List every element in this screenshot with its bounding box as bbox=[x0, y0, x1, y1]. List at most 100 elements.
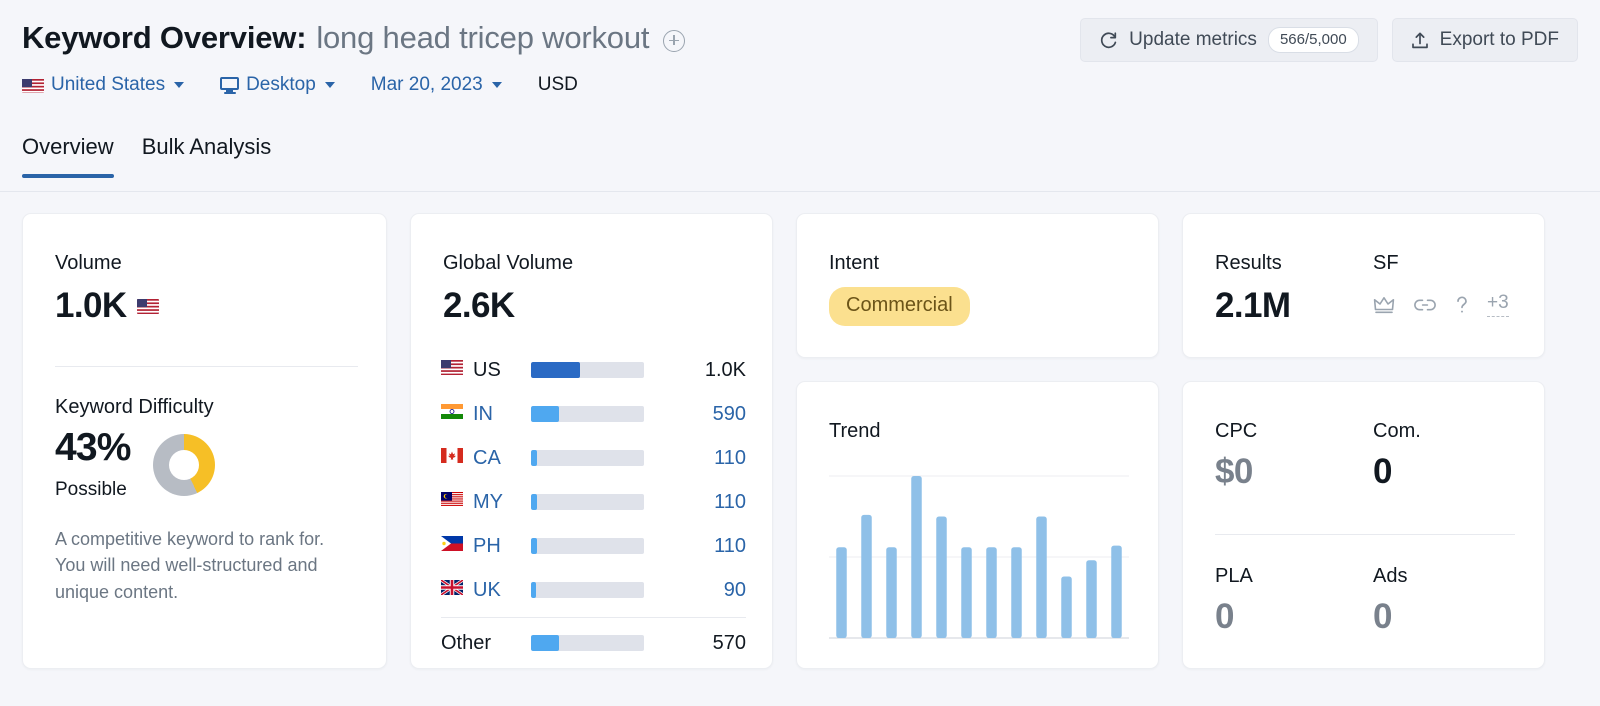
global-volume-list: US1.0K IN 590 CA 110 MY 110 PH 110 UK 90 Other 570 bbox=[441, 348, 746, 665]
intent-badge[interactable]: Commercial bbox=[829, 287, 970, 326]
global-volume-country-code[interactable]: UK bbox=[473, 579, 531, 602]
global-volume-value: 2.6K bbox=[443, 286, 515, 326]
global-volume-row[interactable]: IN 590 bbox=[441, 392, 746, 436]
keyword-difficulty-row: 43% Possible bbox=[55, 428, 215, 501]
global-volume-bar-track bbox=[531, 494, 644, 510]
sf-more-button[interactable]: +3 bbox=[1487, 292, 1509, 317]
keyword-overview-page: Keyword Overview: long head tricep worko… bbox=[0, 0, 1600, 706]
global-volume-bar-fill bbox=[531, 406, 559, 422]
flag-uk-icon bbox=[441, 580, 467, 600]
global-volume-value-cell[interactable]: 110 bbox=[644, 535, 746, 558]
volume-label: Volume bbox=[55, 252, 122, 275]
trend-card: Trend bbox=[796, 381, 1159, 669]
chevron-down-icon bbox=[325, 82, 335, 88]
global-volume-bar-track bbox=[531, 635, 644, 651]
global-volume-other-row: Other 570 bbox=[441, 621, 746, 665]
tab-overview[interactable]: Overview bbox=[22, 134, 114, 178]
keyword-difficulty-status: Possible bbox=[55, 479, 131, 501]
chart-bar[interactable] bbox=[936, 517, 947, 639]
results-value: 2.1M bbox=[1215, 286, 1290, 326]
global-volume-other-label: Other bbox=[441, 632, 531, 655]
global-volume-value-cell[interactable]: 90 bbox=[644, 579, 746, 602]
keyword-difficulty-label: Keyword Difficulty bbox=[55, 396, 214, 419]
date-selector[interactable]: Mar 20, 2023 bbox=[371, 74, 502, 96]
update-metrics-label: Update metrics bbox=[1129, 29, 1257, 51]
intent-card: Intent Commercial bbox=[796, 213, 1159, 358]
page-title: Keyword Overview: long head tricep worko… bbox=[22, 20, 685, 56]
tab-divider bbox=[0, 191, 1600, 192]
crown-icon[interactable] bbox=[1373, 295, 1395, 315]
global-volume-other-value: 570 bbox=[644, 632, 746, 655]
monitor-icon bbox=[220, 77, 239, 94]
trend-label: Trend bbox=[829, 420, 881, 443]
chart-bar[interactable] bbox=[886, 547, 897, 638]
global-volume-divider bbox=[441, 617, 746, 618]
global-volume-bar-fill bbox=[531, 450, 537, 466]
chart-bar[interactable] bbox=[1086, 560, 1097, 638]
tab-bulk-analysis[interactable]: Bulk Analysis bbox=[142, 134, 272, 178]
date-label: Mar 20, 2023 bbox=[371, 74, 483, 96]
global-volume-bar-fill bbox=[531, 635, 559, 651]
cpc-value: $0 bbox=[1215, 452, 1253, 492]
pla-label: PLA bbox=[1215, 565, 1253, 588]
trend-chart bbox=[829, 462, 1129, 644]
export-pdf-label: Export to PDF bbox=[1440, 29, 1559, 51]
currency-text: USD bbox=[538, 74, 578, 96]
global-volume-country-code[interactable]: PH bbox=[473, 535, 531, 558]
global-volume-row[interactable]: CA 110 bbox=[441, 436, 746, 480]
page-header: Keyword Overview: long head tricep worko… bbox=[0, 0, 1600, 122]
chevron-down-icon bbox=[174, 82, 184, 88]
page-title-keyword: long head tricep workout bbox=[316, 20, 649, 56]
pla-value: 0 bbox=[1215, 597, 1234, 637]
flag-us-icon bbox=[441, 360, 467, 380]
volume-divider bbox=[55, 366, 358, 367]
global-volume-value-cell[interactable]: 110 bbox=[644, 447, 746, 470]
global-volume-bar-fill bbox=[531, 538, 537, 554]
global-volume-value-cell[interactable]: 110 bbox=[644, 491, 746, 514]
cpc-divider bbox=[1215, 534, 1515, 535]
ads-value: 0 bbox=[1373, 597, 1392, 637]
global-volume-row[interactable]: UK 90 bbox=[441, 568, 746, 612]
link-icon[interactable] bbox=[1413, 296, 1437, 314]
chart-bar[interactable] bbox=[861, 515, 872, 638]
upload-icon bbox=[1411, 31, 1429, 50]
keyword-difficulty-description: A competitive keyword to rank for. You w… bbox=[55, 526, 355, 605]
global-volume-bar-track bbox=[531, 538, 644, 554]
filter-bar: United States Desktop Mar 20, 2023 USD bbox=[22, 74, 578, 96]
page-title-prefix: Keyword Overview: bbox=[22, 20, 306, 56]
global-volume-country-code: US bbox=[473, 359, 531, 382]
global-volume-row[interactable]: PH 110 bbox=[441, 524, 746, 568]
global-volume-value-cell[interactable]: 590 bbox=[644, 403, 746, 426]
chart-bar[interactable] bbox=[1011, 547, 1022, 638]
country-label: United States bbox=[51, 74, 165, 96]
global-volume-bar-track bbox=[531, 362, 644, 378]
device-selector[interactable]: Desktop bbox=[220, 74, 335, 96]
global-volume-row[interactable]: MY 110 bbox=[441, 480, 746, 524]
export-pdf-button[interactable]: Export to PDF bbox=[1392, 18, 1578, 62]
global-volume-bar-fill bbox=[531, 362, 580, 378]
volume-value: 1.0K bbox=[55, 286, 127, 326]
cpc-label: CPC bbox=[1215, 420, 1257, 443]
chart-bar[interactable] bbox=[836, 547, 847, 638]
device-label: Desktop bbox=[246, 74, 316, 96]
chart-bar[interactable] bbox=[1061, 576, 1072, 638]
global-volume-row[interactable]: US1.0K bbox=[441, 348, 746, 392]
global-volume-bar-fill bbox=[531, 494, 537, 510]
tab-bar: Overview Bulk Analysis bbox=[0, 134, 1600, 192]
plus-circle-icon[interactable] bbox=[663, 30, 685, 52]
question-icon[interactable] bbox=[1455, 295, 1469, 315]
chart-bar[interactable] bbox=[986, 547, 997, 638]
chart-bar[interactable] bbox=[1111, 546, 1122, 638]
global-volume-country-code[interactable]: MY bbox=[473, 491, 531, 514]
global-volume-country-code[interactable]: CA bbox=[473, 447, 531, 470]
currency-label: USD bbox=[538, 74, 578, 96]
update-metrics-button[interactable]: Update metrics 566/5,000 bbox=[1080, 18, 1378, 62]
sf-icon-row: +3 bbox=[1373, 292, 1509, 317]
chart-bar[interactable] bbox=[961, 547, 972, 638]
chart-bar[interactable] bbox=[1036, 517, 1047, 639]
donut-hole bbox=[169, 450, 199, 480]
chart-bar[interactable] bbox=[911, 476, 922, 638]
flag-ph-icon bbox=[441, 536, 467, 556]
country-selector[interactable]: United States bbox=[22, 74, 184, 96]
global-volume-country-code[interactable]: IN bbox=[473, 403, 531, 426]
